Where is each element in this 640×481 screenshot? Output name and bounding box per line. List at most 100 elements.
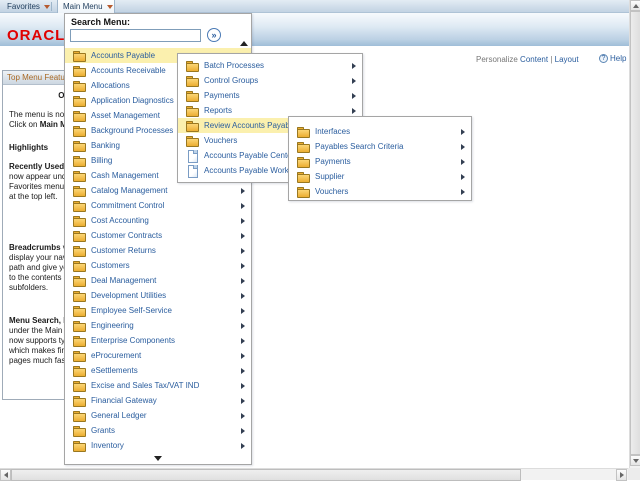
personalize-content-link[interactable]: Content (520, 55, 548, 64)
menu-item[interactable]: Enterprise Components (65, 333, 251, 348)
personalize-label: Personalize (476, 55, 518, 64)
menu-item[interactable]: Catalog Management (65, 183, 251, 198)
help-area: ? Help (599, 54, 626, 63)
submenu-arrow-icon (241, 232, 245, 239)
menu-item[interactable]: Customer Contracts (65, 228, 251, 243)
submenu-arrow-icon (241, 292, 245, 299)
scroll-down-button[interactable] (630, 455, 640, 466)
scroll-right-button[interactable] (616, 469, 627, 481)
horizontal-scrollbar[interactable] (0, 468, 628, 481)
folder-icon (73, 305, 86, 317)
submenu-arrow-icon (241, 277, 245, 284)
menu-item[interactable]: Customer Returns (65, 243, 251, 258)
menu-item[interactable]: Vouchers (289, 184, 471, 199)
folder-icon (186, 135, 199, 147)
submenu-arrow-icon (241, 187, 245, 194)
menu-item[interactable]: Grants (65, 423, 251, 438)
submenu-arrow-icon (241, 262, 245, 269)
folder-icon (297, 126, 310, 138)
scroll-left-icon (3, 472, 8, 478)
menu-item-label: Review Accounts Payable (204, 121, 297, 130)
menu-search-input[interactable] (70, 29, 201, 42)
submenu-arrow-icon (241, 397, 245, 404)
folder-icon (73, 245, 86, 257)
menu-item[interactable]: Commitment Control (65, 198, 251, 213)
folder-icon (73, 125, 86, 137)
menu-item[interactable]: Payments (289, 154, 471, 169)
folder-icon (73, 185, 86, 197)
menu-item[interactable]: eSettlements (65, 363, 251, 378)
menu-item[interactable]: Inventory (65, 438, 251, 453)
folder-icon (73, 380, 86, 392)
menu-item[interactable]: Employee Self-Service (65, 303, 251, 318)
menu-item-label: Asset Management (91, 111, 160, 120)
folder-icon (186, 90, 199, 102)
menu-item-label: eSettlements (91, 366, 138, 375)
menu-item[interactable]: Engineering (65, 318, 251, 333)
horizontal-scroll-thumb[interactable] (11, 469, 521, 481)
submenu-arrow-icon (461, 173, 465, 180)
menu-item-label: Customer Contracts (91, 231, 163, 240)
folder-icon (73, 50, 86, 62)
search-go-button[interactable]: » (207, 28, 221, 42)
submenu-list: Interfaces Payables Search Criteria Paym… (289, 124, 471, 199)
folder-icon (73, 395, 86, 407)
menu-item[interactable]: Deal Management (65, 273, 251, 288)
document-icon (186, 165, 198, 178)
menu-item[interactable]: eProcurement (65, 348, 251, 363)
folder-icon (73, 80, 86, 92)
folder-icon (186, 120, 199, 132)
scrollbar-corner (628, 468, 640, 480)
menu-item[interactable]: General Ledger (65, 408, 251, 423)
folder-icon (73, 140, 86, 152)
menu-item[interactable]: Customers (65, 258, 251, 273)
help-link[interactable]: Help (610, 54, 626, 63)
menu-item[interactable]: Batch Processes (178, 58, 362, 73)
menu-scroll-up-icon[interactable] (240, 41, 248, 46)
scroll-right-icon (619, 472, 624, 478)
submenu-arrow-icon (241, 307, 245, 314)
menu-item[interactable]: Control Groups (178, 73, 362, 88)
menu-item[interactable]: Payments (178, 88, 362, 103)
folder-icon (297, 141, 310, 153)
folder-icon (73, 230, 86, 242)
folder-icon (73, 290, 86, 302)
main-menu-button[interactable]: Main Menu (57, 0, 115, 13)
menu-item-label: Payables Search Criteria (315, 142, 404, 151)
vertical-scroll-thumb[interactable] (630, 11, 640, 455)
menu-item[interactable]: Payables Search Criteria (289, 139, 471, 154)
menu-item[interactable]: Financial Gateway (65, 393, 251, 408)
menu-item-label: Supplier (315, 172, 345, 181)
menu-item[interactable]: Supplier (289, 169, 471, 184)
menu-item[interactable]: Development Utilities (65, 288, 251, 303)
menu-item[interactable]: Excise and Sales Tax/VAT IND (65, 378, 251, 393)
menu-item[interactable]: Cost Accounting (65, 213, 251, 228)
menu-item-label: Allocations (91, 81, 130, 90)
menu-item-label: Reports (204, 106, 233, 115)
menu-item-label: Batch Processes (204, 61, 265, 70)
submenu-arrow-icon (241, 322, 245, 329)
scroll-left-button[interactable] (0, 469, 11, 481)
vertical-scrollbar[interactable] (629, 0, 640, 468)
menu-item-label: Cost Accounting (91, 216, 149, 225)
submenu-arrow-icon (241, 352, 245, 359)
top-menubar: Favorites Main Menu (0, 0, 629, 13)
folder-icon (186, 105, 199, 117)
favorites-menu-button[interactable]: Favorites (7, 0, 50, 13)
scroll-up-button[interactable] (630, 0, 640, 11)
menu-item-label: Vouchers (204, 136, 238, 145)
personalize-layout-link[interactable]: Layout (555, 55, 579, 64)
folder-icon (73, 365, 86, 377)
menu-scroll-down-icon[interactable] (154, 456, 162, 461)
menu-item-label: Financial Gateway (91, 396, 157, 405)
folder-icon (297, 186, 310, 198)
folder-icon (73, 260, 86, 272)
submenu-arrow-icon (352, 92, 356, 99)
menu-item-label: Deal Management (91, 276, 157, 285)
search-menu-label: Search Menu: (71, 17, 131, 27)
menu-item-label: Accounts Payable (91, 51, 156, 60)
submenu-arrow-icon (241, 412, 245, 419)
menu-item-label: General Ledger (91, 411, 147, 420)
menu-item-label: Accounts Receivable (91, 66, 166, 75)
menu-item[interactable]: Interfaces (289, 124, 471, 139)
